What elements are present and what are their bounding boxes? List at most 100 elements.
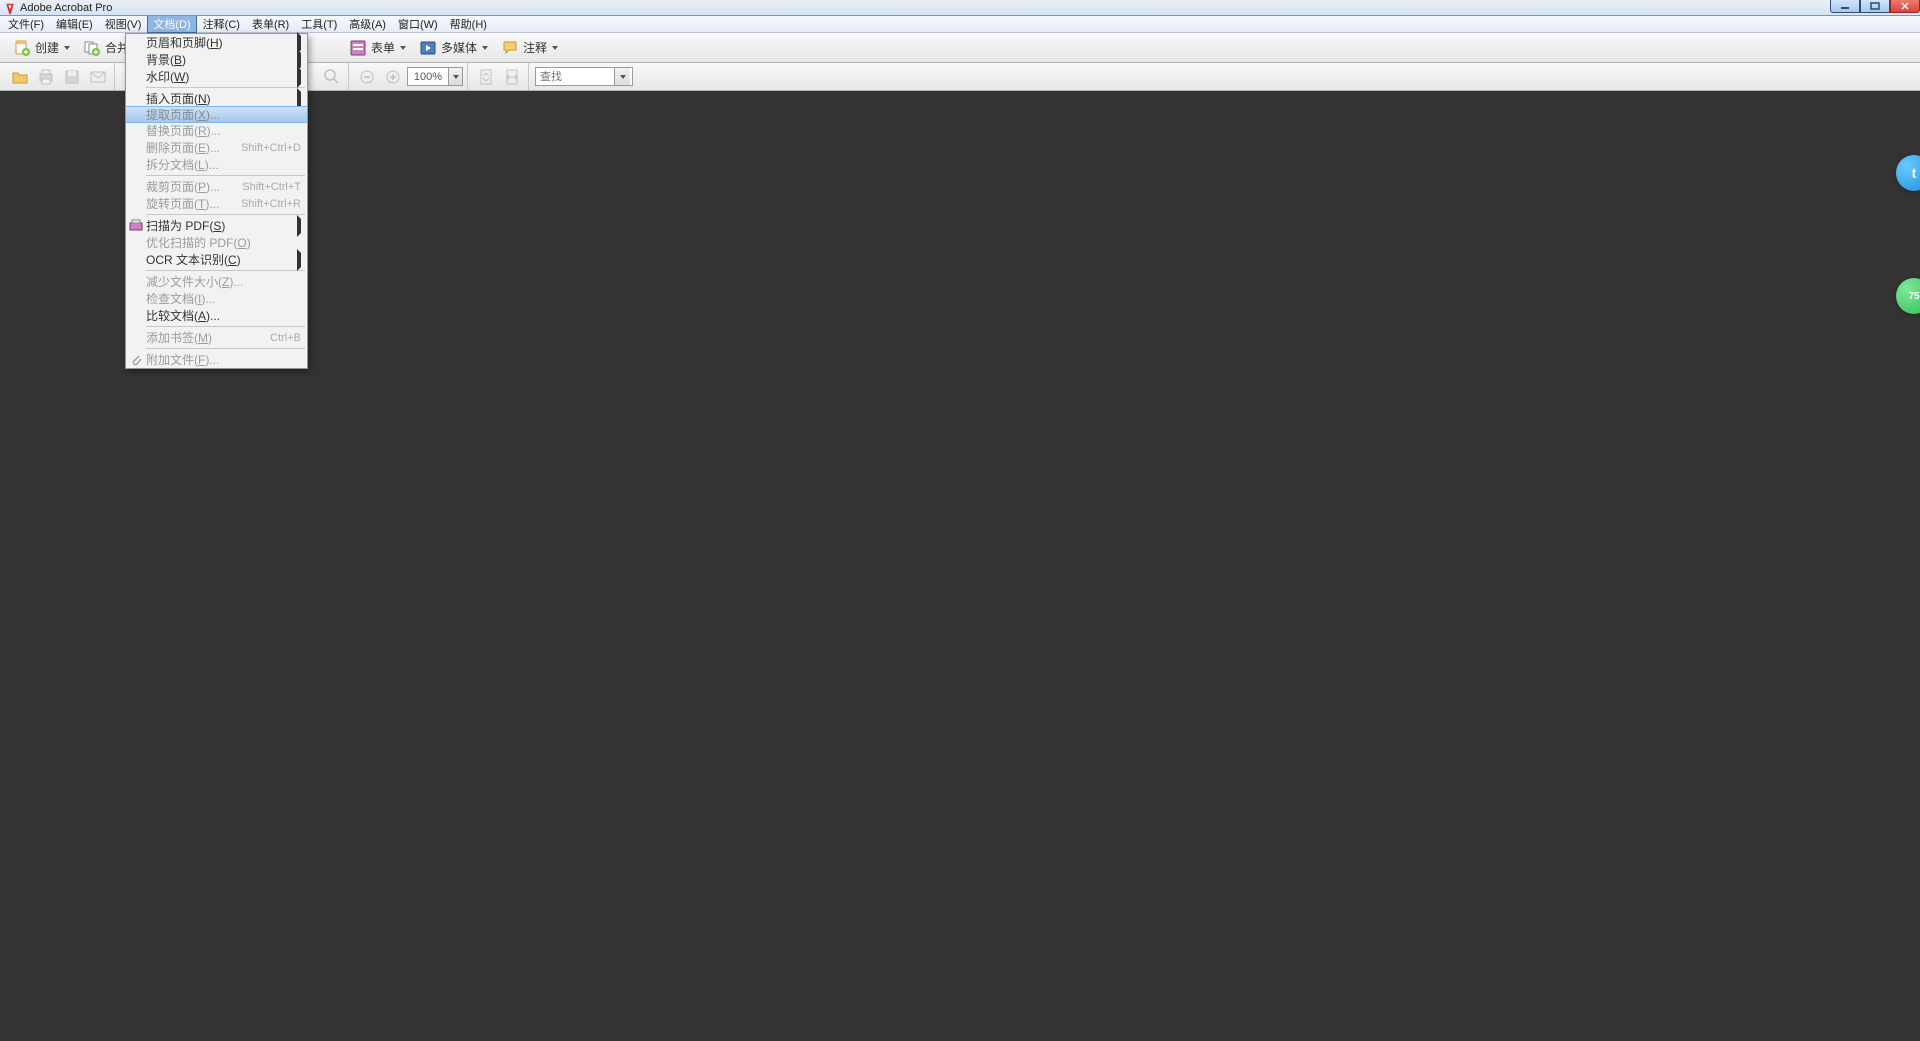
menu-item-19[interactable]: 比较文档(A)... [126, 307, 307, 324]
menu-4[interactable]: 注释(C) [197, 15, 246, 33]
comment-label: 注释 [523, 39, 547, 56]
chevron-right-icon [297, 70, 301, 84]
menu-separator [146, 214, 305, 215]
zoom-marquee-button[interactable] [320, 65, 344, 89]
forms-icon [349, 39, 367, 57]
menu-6[interactable]: 工具(T) [295, 15, 343, 33]
email-button[interactable] [86, 65, 110, 89]
menu-item-label: 替换页面(R)... [146, 122, 301, 139]
plus-circle-icon [384, 68, 402, 86]
maximize-button[interactable] [1860, 0, 1890, 13]
open-button[interactable] [8, 65, 32, 89]
chevron-right-icon [297, 219, 301, 233]
menu-3[interactable]: 文档(D) [147, 15, 196, 33]
menu-1[interactable]: 编辑(E) [50, 15, 99, 33]
fit-width-icon [503, 68, 521, 86]
menu-item-23: 附加文件(F)... [126, 351, 307, 368]
combine-icon [83, 39, 101, 57]
close-button[interactable] [1890, 0, 1920, 13]
menu-item-label: 减少文件大小(Z)... [146, 273, 301, 290]
menu-8[interactable]: 窗口(W) [392, 15, 444, 33]
menu-item-shortcut: Shift+Ctrl+D [241, 142, 301, 154]
find-box[interactable] [535, 67, 633, 86]
badge-green-text: 75 [1908, 291, 1919, 302]
menu-0[interactable]: 文件(F) [2, 15, 50, 33]
chevron-down-icon[interactable] [614, 68, 630, 85]
menu-9[interactable]: 帮助(H) [444, 15, 493, 33]
menu-item-13[interactable]: 扫描为 PDF(S) [126, 217, 307, 234]
save-icon [63, 68, 81, 86]
menu-item-label: 裁剪页面(P)... [146, 178, 234, 195]
menu-item-label: 添加书签(M) [146, 329, 262, 346]
menu-item-5: 提取页面(X)... [126, 106, 307, 123]
menu-item-21: 添加书签(M)Ctrl+B [126, 329, 307, 346]
fit-width-button[interactable] [500, 65, 524, 89]
titlebar: Adobe Acrobat Pro [0, 0, 1920, 16]
menu-item-8: 拆分文档(L)... [126, 156, 307, 173]
menu-item-2[interactable]: 水印(W) [126, 68, 307, 85]
menu-item-label: 插入页面(N) [146, 90, 301, 107]
zoom-in-button[interactable] [381, 65, 405, 89]
zoom-out-button[interactable] [355, 65, 379, 89]
menu-item-label: 旋转页面(T)... [146, 195, 233, 212]
save-button[interactable] [60, 65, 84, 89]
menu-2[interactable]: 视图(V) [99, 15, 148, 33]
fit-page-button[interactable] [474, 65, 498, 89]
chevron-right-icon [297, 92, 301, 106]
zoom-combo[interactable]: 100% [407, 67, 463, 86]
envelope-icon [89, 68, 107, 86]
menu-item-7: 删除页面(E)... Shift+Ctrl+D [126, 139, 307, 156]
forms-button[interactable]: 表单 [344, 36, 412, 60]
menu-item-label: 扫描为 PDF(S) [146, 217, 301, 234]
menu-item-label: 提取页面(X)... [146, 106, 301, 123]
menu-item-label: 检查文档(I)... [146, 290, 301, 307]
menu-item-label: 删除页面(E)... [146, 139, 233, 156]
menu-item-6: 替换页面(R)... [126, 122, 307, 139]
chevron-down-icon [481, 46, 489, 50]
multimedia-icon [419, 39, 437, 57]
menu-item-label: 优化扫描的 PDF(O) [146, 234, 301, 251]
menu-item-15[interactable]: OCR 文本识别(C) [126, 251, 307, 268]
menu-separator [146, 348, 305, 349]
menubar: 文件(F)编辑(E)视图(V)文档(D)注释(C)表单(R)工具(T)高级(A)… [0, 16, 1920, 33]
menu-7[interactable]: 高级(A) [343, 15, 392, 33]
menu-item-label: 背景(B) [146, 51, 301, 68]
forms-label: 表单 [371, 39, 395, 56]
menu-item-1[interactable]: 背景(B) [126, 51, 307, 68]
menu-separator [146, 326, 305, 327]
minus-circle-icon [358, 68, 376, 86]
comment-button[interactable]: 注释 [496, 36, 564, 60]
document-menu-dropdown: 页眉和页脚(H)背景(B)水印(W) 插入页面(N)提取页面(X)...替换页面(… [125, 33, 308, 369]
create-button[interactable]: 创建 [8, 36, 76, 60]
chevron-down-icon[interactable] [448, 68, 462, 85]
menu-item-label: 拆分文档(L)... [146, 156, 301, 173]
chevron-down-icon [551, 46, 559, 50]
menu-item-11: 旋转页面(T)... Shift+Ctrl+R [126, 195, 307, 212]
menu-item-label: OCR 文本识别(C) [146, 251, 301, 268]
menu-5[interactable]: 表单(R) [246, 15, 295, 33]
create-icon [13, 39, 31, 57]
menu-item-10: 裁剪页面(P)...Shift+Ctrl+T [126, 178, 307, 195]
menu-item-shortcut: Shift+Ctrl+R [241, 198, 301, 210]
zoom-value: 100% [408, 71, 448, 83]
menu-item-4[interactable]: 插入页面(N) [126, 90, 307, 107]
scanner-icon [128, 218, 144, 234]
minimize-button[interactable] [1830, 0, 1860, 13]
fit-page-icon [477, 68, 495, 86]
app-icon [4, 2, 16, 14]
folder-open-icon [11, 68, 29, 86]
chevron-down-icon [63, 46, 71, 50]
menu-item-0[interactable]: 页眉和页脚(H) [126, 34, 307, 51]
chevron-down-icon [399, 46, 407, 50]
print-button[interactable] [34, 65, 58, 89]
multimedia-button[interactable]: 多媒体 [414, 36, 494, 60]
window-buttons [1830, 0, 1920, 13]
find-input[interactable] [536, 71, 614, 83]
menu-item-label: 比较文档(A)... [146, 307, 301, 324]
menu-item-label: 页眉和页脚(H) [146, 34, 301, 51]
menu-item-label: 水印(W) [146, 68, 301, 85]
comment-icon [501, 39, 519, 57]
menu-item-17: 减少文件大小(Z)... [126, 273, 307, 290]
magnifier-icon [323, 68, 341, 86]
menu-item-18: 检查文档(I)... [126, 290, 307, 307]
